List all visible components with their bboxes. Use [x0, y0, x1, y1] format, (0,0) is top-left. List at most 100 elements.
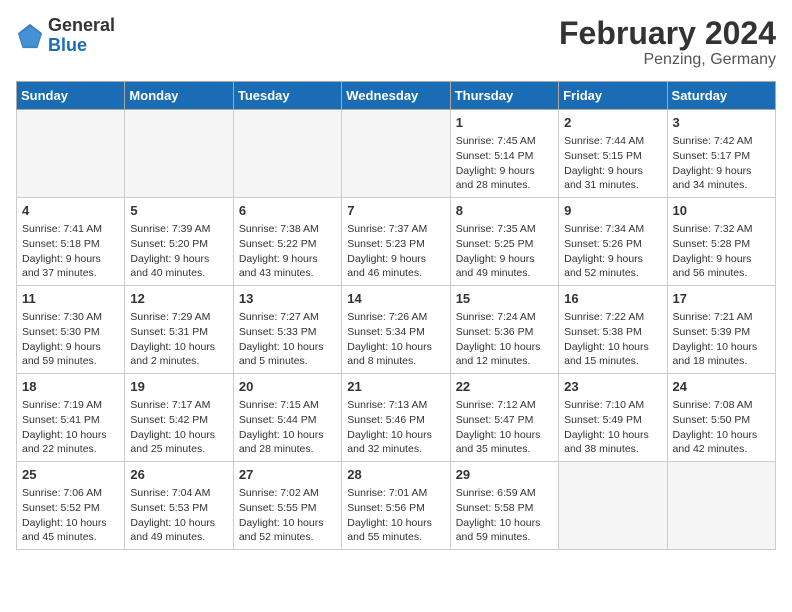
- calendar-cell: 13Sunrise: 7:27 AM Sunset: 5:33 PM Dayli…: [233, 286, 341, 374]
- day-info: Sunrise: 7:17 AM Sunset: 5:42 PM Dayligh…: [130, 398, 227, 457]
- calendar-cell: [233, 110, 341, 198]
- calendar-cell: 19Sunrise: 7:17 AM Sunset: 5:42 PM Dayli…: [125, 374, 233, 462]
- day-header-wednesday: Wednesday: [342, 82, 450, 110]
- day-header-monday: Monday: [125, 82, 233, 110]
- week-row-5: 25 Sunrise: 7:06 AM Sunset: 5:52 PM Dayli…: [17, 461, 776, 549]
- day-number: 29: [456, 466, 553, 484]
- day-info: Sunrise: 7:37 AM Sunset: 5:23 PM Dayligh…: [347, 222, 444, 281]
- day-number: 24: [673, 378, 770, 396]
- day-info: Sunrise: 7:10 AM Sunset: 5:49 PM Dayligh…: [564, 398, 661, 457]
- day-info: Sunrise: 7:26 AM Sunset: 5:34 PM Dayligh…: [347, 310, 444, 369]
- calendar-cell: 3 Sunrise: 7:42 AM Sunset: 5:17 PM Daylig…: [667, 110, 775, 198]
- calendar-cell: 9 Sunrise: 7:34 AM Sunset: 5:26 PM Daylig…: [559, 198, 667, 286]
- day-number: 8: [456, 202, 553, 220]
- calendar-cell: 20Sunrise: 7:15 AM Sunset: 5:44 PM Dayli…: [233, 374, 341, 462]
- day-info: Sunrise: 7:34 AM Sunset: 5:26 PM Dayligh…: [564, 222, 661, 281]
- day-info: Sunrise: 7:39 AM Sunset: 5:20 PM Dayligh…: [130, 222, 227, 281]
- day-info: Sunrise: 7:24 AM Sunset: 5:36 PM Dayligh…: [456, 310, 553, 369]
- day-number: 2: [564, 114, 661, 132]
- calendar-cell: 14 Sunrise: 7:26 AM Sunset: 5:34 PM Dayli…: [342, 286, 450, 374]
- day-number: 9: [564, 202, 661, 220]
- day-info: Sunrise: 7:04 AM Sunset: 5:53 PM Dayligh…: [130, 486, 227, 545]
- calendar-cell: [559, 461, 667, 549]
- calendar-cell: 5 Sunrise: 7:39 AM Sunset: 5:20 PM Daylig…: [125, 198, 233, 286]
- calendar-cell: 18 Sunrise: 7:19 AM Sunset: 5:41 PM Dayli…: [17, 374, 125, 462]
- day-number: 27: [239, 466, 336, 484]
- day-info: Sunrise: 7:35 AM Sunset: 5:25 PM Dayligh…: [456, 222, 553, 281]
- day-info: Sunrise: 7:38 AM Sunset: 5:22 PM Dayligh…: [239, 222, 336, 281]
- calendar-cell: 10 Sunrise: 7:32 AM Sunset: 5:28 PM Dayli…: [667, 198, 775, 286]
- day-header-sunday: Sunday: [17, 82, 125, 110]
- logo-icon: [16, 22, 44, 50]
- logo: General Blue: [16, 16, 115, 56]
- day-info: Sunrise: 7:44 AM Sunset: 5:15 PM Dayligh…: [564, 134, 661, 193]
- logo-text: General Blue: [48, 16, 115, 56]
- day-number: 3: [673, 114, 770, 132]
- calendar-cell: 21 Sunrise: 7:13 AM Sunset: 5:46 PM Dayli…: [342, 374, 450, 462]
- calendar-cell: [17, 110, 125, 198]
- week-row-1: 1Sunrise: 7:45 AM Sunset: 5:14 PM Daylig…: [17, 110, 776, 198]
- calendar-cell: 6 Sunrise: 7:38 AM Sunset: 5:22 PM Daylig…: [233, 198, 341, 286]
- day-info: Sunrise: 7:29 AM Sunset: 5:31 PM Dayligh…: [130, 310, 227, 369]
- calendar-cell: 15 Sunrise: 7:24 AM Sunset: 5:36 PM Dayli…: [450, 286, 558, 374]
- day-info: Sunrise: 7:01 AM Sunset: 5:56 PM Dayligh…: [347, 486, 444, 545]
- calendar-cell: 2 Sunrise: 7:44 AM Sunset: 5:15 PM Daylig…: [559, 110, 667, 198]
- calendar-cell: 23 Sunrise: 7:10 AM Sunset: 5:49 PM Dayli…: [559, 374, 667, 462]
- week-row-3: 11 Sunrise: 7:30 AM Sunset: 5:30 PM Dayli…: [17, 286, 776, 374]
- day-number: 14: [347, 290, 444, 308]
- day-number: 23: [564, 378, 661, 396]
- day-info: Sunrise: 7:13 AM Sunset: 5:46 PM Dayligh…: [347, 398, 444, 457]
- day-number: 20: [239, 378, 336, 396]
- calendar-cell: 26Sunrise: 7:04 AM Sunset: 5:53 PM Dayli…: [125, 461, 233, 549]
- calendar-cell: 28 Sunrise: 7:01 AM Sunset: 5:56 PM Dayli…: [342, 461, 450, 549]
- day-number: 28: [347, 466, 444, 484]
- day-number: 25: [22, 466, 119, 484]
- day-header-friday: Friday: [559, 82, 667, 110]
- day-info: Sunrise: 7:30 AM Sunset: 5:30 PM Dayligh…: [22, 310, 119, 369]
- calendar-cell: 1Sunrise: 7:45 AM Sunset: 5:14 PM Daylig…: [450, 110, 558, 198]
- calendar-cell: 8 Sunrise: 7:35 AM Sunset: 5:25 PM Daylig…: [450, 198, 558, 286]
- day-number: 15: [456, 290, 553, 308]
- day-header-row: SundayMondayTuesdayWednesdayThursdayFrid…: [17, 82, 776, 110]
- day-header-tuesday: Tuesday: [233, 82, 341, 110]
- day-info: Sunrise: 7:02 AM Sunset: 5:55 PM Dayligh…: [239, 486, 336, 545]
- calendar-header: SundayMondayTuesdayWednesdayThursdayFrid…: [17, 82, 776, 110]
- calendar-cell: 12 Sunrise: 7:29 AM Sunset: 5:31 PM Dayli…: [125, 286, 233, 374]
- day-info: Sunrise: 7:32 AM Sunset: 5:28 PM Dayligh…: [673, 222, 770, 281]
- day-number: 10: [673, 202, 770, 220]
- day-number: 4: [22, 202, 119, 220]
- week-row-4: 18 Sunrise: 7:19 AM Sunset: 5:41 PM Dayli…: [17, 374, 776, 462]
- day-number: 18: [22, 378, 119, 396]
- day-info: Sunrise: 7:06 AM Sunset: 5:52 PM Dayligh…: [22, 486, 119, 545]
- calendar-subtitle: Penzing, Germany: [559, 51, 776, 69]
- day-number: 6: [239, 202, 336, 220]
- day-number: 16: [564, 290, 661, 308]
- day-number: 21: [347, 378, 444, 396]
- day-info: Sunrise: 7:12 AM Sunset: 5:47 PM Dayligh…: [456, 398, 553, 457]
- day-info: Sunrise: 6:59 AM Sunset: 5:58 PM Dayligh…: [456, 486, 553, 545]
- day-number: 17: [673, 290, 770, 308]
- day-info: Sunrise: 7:19 AM Sunset: 5:41 PM Dayligh…: [22, 398, 119, 457]
- day-header-thursday: Thursday: [450, 82, 558, 110]
- day-info: Sunrise: 7:45 AM Sunset: 5:14 PM Dayligh…: [456, 134, 553, 193]
- calendar-cell: [667, 461, 775, 549]
- day-number: 12: [130, 290, 227, 308]
- calendar-cell: 29 Sunrise: 6:59 AM Sunset: 5:58 PM Dayli…: [450, 461, 558, 549]
- calendar-cell: 17 Sunrise: 7:21 AM Sunset: 5:39 PM Dayli…: [667, 286, 775, 374]
- day-info: Sunrise: 7:27 AM Sunset: 5:33 PM Dayligh…: [239, 310, 336, 369]
- calendar-cell: [125, 110, 233, 198]
- day-number: 7: [347, 202, 444, 220]
- day-number: 11: [22, 290, 119, 308]
- calendar-cell: 4Sunrise: 7:41 AM Sunset: 5:18 PM Daylig…: [17, 198, 125, 286]
- week-row-2: 4Sunrise: 7:41 AM Sunset: 5:18 PM Daylig…: [17, 198, 776, 286]
- calendar-cell: 22 Sunrise: 7:12 AM Sunset: 5:47 PM Dayli…: [450, 374, 558, 462]
- day-header-saturday: Saturday: [667, 82, 775, 110]
- calendar-title: February 2024: [559, 16, 776, 51]
- calendar-cell: 11 Sunrise: 7:30 AM Sunset: 5:30 PM Dayli…: [17, 286, 125, 374]
- day-number: 5: [130, 202, 227, 220]
- day-info: Sunrise: 7:42 AM Sunset: 5:17 PM Dayligh…: [673, 134, 770, 193]
- day-number: 22: [456, 378, 553, 396]
- title-block: February 2024 Penzing, Germany: [559, 16, 776, 69]
- calendar-cell: 24Sunrise: 7:08 AM Sunset: 5:50 PM Dayli…: [667, 374, 775, 462]
- day-info: Sunrise: 7:21 AM Sunset: 5:39 PM Dayligh…: [673, 310, 770, 369]
